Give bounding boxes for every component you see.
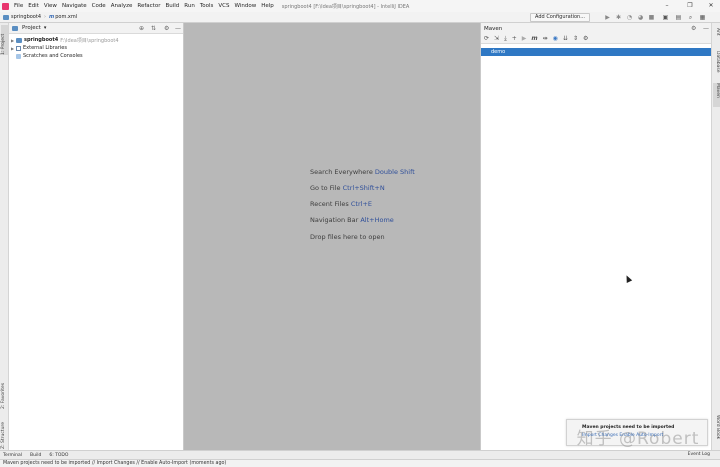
maven-panel: Maven ⚙ — ⟳ ⇲ ⤓ + ▶ m ⇹ ◉ ⇊ ⇕ ⚙ demo (480, 23, 712, 450)
database-tool-tab[interactable]: Database (713, 51, 720, 79)
generate-sources-icon[interactable]: ⇲ (494, 35, 499, 42)
tree-item-label: Scratches and Consoles (23, 53, 83, 59)
globe-icon[interactable]: ⊕ (139, 25, 144, 32)
project-view-icon (12, 25, 18, 31)
menu-view[interactable]: View (44, 3, 57, 9)
intellij-logo-icon (2, 2, 9, 10)
tree-item-project-root[interactable]: ▶ springboot4 F:\Idea项目\springboot4 (9, 36, 183, 44)
show-dependencies-icon[interactable]: ⇊ (563, 35, 568, 42)
menu-file[interactable]: File (14, 3, 23, 9)
vcs-icon[interactable]: ▦ (699, 14, 706, 21)
debug-icon[interactable]: ✱ (615, 14, 622, 21)
structure-tool-tab[interactable]: Z: Structure (1, 413, 8, 449)
coverage-icon[interactable]: ◔ (626, 14, 633, 21)
breadcrumb-file[interactable]: pom.xml (55, 14, 77, 20)
hint-navigation-bar: Navigation Bar Alt+Home (310, 216, 394, 224)
hint-search-everywhere: Search Everywhere Double Shift (310, 168, 415, 176)
terminal-tab[interactable]: Terminal (3, 453, 22, 458)
menu-tools[interactable]: Tools (200, 3, 214, 9)
maven-project-demo[interactable]: demo (481, 48, 712, 56)
menu-run[interactable]: Run (184, 3, 195, 9)
menu-vcs[interactable]: VCS (218, 3, 229, 9)
tree-item-external-libraries[interactable]: ▶ External Libraries (9, 44, 183, 52)
menu-edit[interactable]: Edit (28, 3, 39, 9)
navigation-bar: springboot4 › m pom.xml ⚒ Add Configurat… (0, 12, 720, 23)
add-maven-project-icon[interactable]: + (512, 35, 517, 42)
editor-area[interactable]: Search Everywhere Double Shift Go to Fil… (184, 23, 480, 450)
project-tool-tab[interactable]: 1: Project (1, 25, 8, 55)
close-window-button[interactable]: ✕ (700, 1, 720, 11)
maven-import-notification[interactable]: 知乎 @Robert Maven projects need to be imp… (566, 419, 708, 449)
tree-item-label: External Libraries (23, 45, 67, 51)
tree-item-scratches[interactable]: Scratches and Consoles (9, 52, 183, 60)
project-structure-icon[interactable]: ▣ (662, 14, 669, 21)
profile-icon[interactable]: ◕ (637, 14, 644, 21)
notification-links[interactable]: Import Changes Enable Auto-Import (582, 433, 663, 438)
maven-file-icon: m (49, 14, 55, 20)
maven-panel-title: Maven (484, 25, 503, 32)
maven-tool-tab[interactable]: Maven (713, 83, 720, 107)
breadcrumb-project[interactable]: springboot4 (11, 14, 41, 20)
menu-code[interactable]: Code (92, 3, 106, 9)
minimize-button[interactable]: – (656, 1, 678, 11)
window-title: springboot4 [F:\Idea项目\springboot4] - In… (281, 3, 410, 10)
folder-icon (3, 14, 9, 20)
status-message[interactable]: Maven projects need to be imported // Im… (3, 461, 226, 466)
stop-icon[interactable]: ■ (648, 14, 655, 21)
skip-tests-icon[interactable]: ◉ (553, 35, 558, 42)
status-bar: Maven projects need to be imported // Im… (0, 459, 720, 467)
word-book-tool-tab[interactable]: Word Book (713, 415, 720, 445)
maven-panel-header: Maven ⚙ — (481, 23, 711, 34)
menu-refactor[interactable]: Refactor (137, 3, 160, 9)
menu-help[interactable]: Help (261, 3, 274, 9)
tree-item-label: springboot4 (24, 37, 59, 43)
left-tool-strip: 1: Project 2: Favorites Z: Structure (0, 23, 9, 450)
project-panel-title[interactable]: Project (22, 25, 41, 31)
gear-icon[interactable]: ⚙ (164, 25, 169, 32)
hint-recent-files: Recent Files Ctrl+E (310, 200, 372, 208)
project-view-dropdown-icon[interactable]: ▾ (44, 25, 47, 31)
hide-icon[interactable]: — (175, 25, 181, 32)
search-icon[interactable]: ⌕ (687, 14, 694, 21)
maximize-button[interactable]: ❐ (679, 1, 701, 11)
collapse-all-icon[interactable]: ⇕ (573, 35, 578, 42)
todo-tab[interactable]: 6: TODO (49, 453, 68, 458)
menu-navigate[interactable]: Navigate (62, 3, 87, 9)
event-log-tab[interactable]: Event Log (688, 452, 710, 457)
maven-toolbar: ⟳ ⇲ ⤓ + ▶ m ⇹ ◉ ⇊ ⇕ ⚙ (481, 34, 711, 44)
project-panel-header: Project ▾ ⊕ ⇅ ⚙ — (9, 23, 183, 34)
run-icon[interactable]: ▶ (604, 14, 611, 21)
menu-build[interactable]: Build (165, 3, 179, 9)
right-tool-strip: Ant Database Maven Word Book (711, 23, 720, 450)
scratches-icon (16, 53, 21, 59)
reimport-all-icon[interactable]: ⟳ (484, 35, 489, 42)
run-maven-build-icon[interactable]: ▶ (522, 35, 527, 42)
sdk-icon[interactable]: ▤ (675, 14, 682, 21)
add-configuration-button[interactable]: Add Configuration... (530, 13, 590, 22)
maven-project-label: demo (491, 49, 506, 55)
project-panel: Project ▾ ⊕ ⇅ ⚙ — ▶ springboot4 F:\Idea项… (9, 23, 184, 450)
menu-window[interactable]: Window (235, 3, 257, 9)
menu-bar: File Edit View Navigate Code Analyze Ref… (0, 0, 720, 12)
hint-go-to-file: Go to File Ctrl+Shift+N (310, 184, 385, 192)
build-tab[interactable]: Build (30, 453, 41, 458)
breadcrumb-separator: › (44, 14, 46, 20)
sort-icon[interactable]: ⇅ (151, 25, 156, 32)
notification-title: Maven projects need to be imported (582, 425, 675, 430)
bottom-tool-bar: Terminal Build 6: TODO Event Log (0, 450, 720, 459)
menu-analyze[interactable]: Analyze (111, 3, 133, 9)
tree-item-path: F:\Idea项目\springboot4 (60, 37, 119, 44)
favorites-tool-tab[interactable]: 2: Favorites (1, 373, 8, 409)
hint-drop-files: Drop files here to open (310, 233, 385, 241)
library-icon (16, 45, 21, 51)
maven-settings-gear-icon[interactable]: ⚙ (691, 25, 696, 32)
maven-settings-icon[interactable]: ⚙ (583, 35, 588, 42)
maven-hide-icon[interactable]: — (703, 25, 709, 32)
ant-tool-tab[interactable]: Ant (713, 28, 720, 40)
toggle-offline-icon[interactable]: ⇹ (543, 35, 548, 42)
module-folder-icon (16, 37, 22, 43)
execute-maven-goal-icon[interactable]: m (531, 35, 537, 42)
download-sources-icon[interactable]: ⤓ (504, 35, 507, 43)
